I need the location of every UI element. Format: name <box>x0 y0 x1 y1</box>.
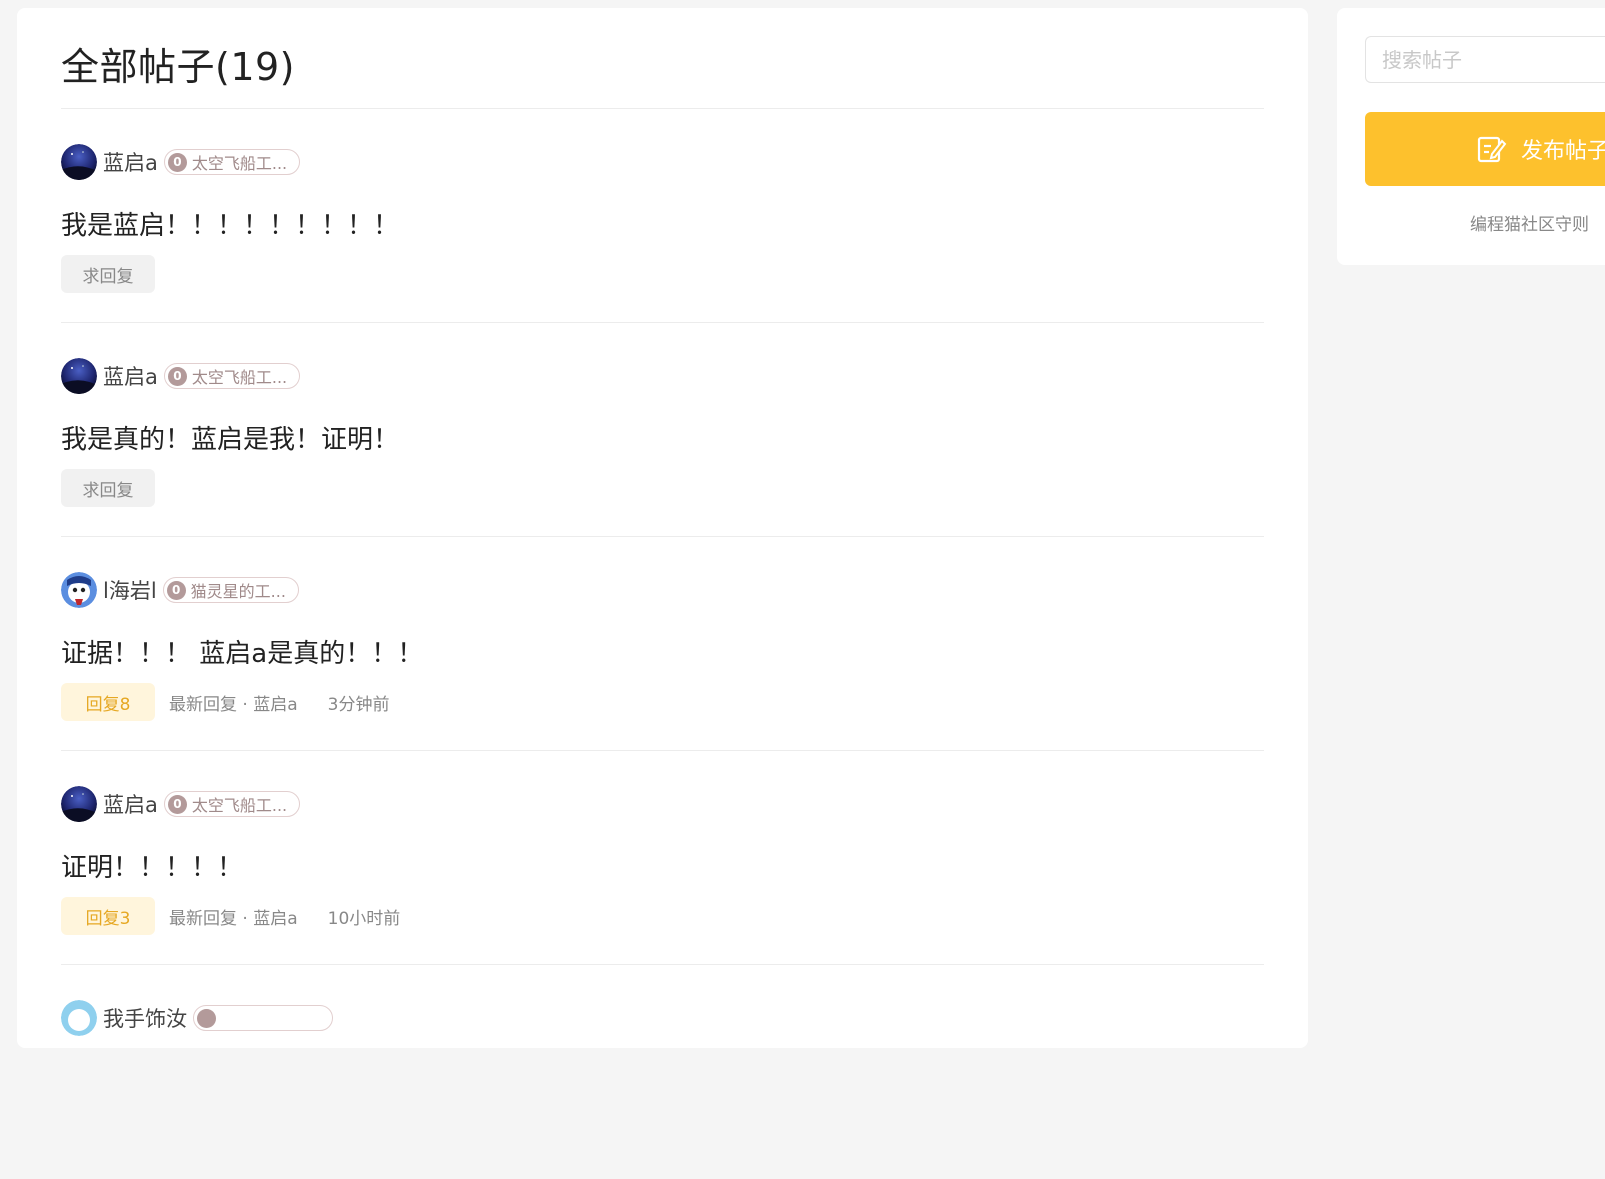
avatar[interactable] <box>61 144 97 180</box>
badge-text: 太空飞船工... <box>191 368 288 387</box>
badge-level <box>197 1008 216 1028</box>
post-item[interactable]: 蓝启a 0 太空飞船工... 证明！！！！！ 回复3 最新回复 · 蓝启a 10… <box>61 751 1264 965</box>
badge-level: 0 <box>167 794 187 814</box>
community-rules-link[interactable]: 编程猫社区守则 <box>1470 210 1589 235</box>
avatar[interactable] <box>61 572 97 608</box>
author-badge: 0 太空飞船工... <box>163 791 301 817</box>
avatar[interactable] <box>61 786 97 822</box>
reply-tag: 求回复 <box>61 255 155 293</box>
post-time: 3分钟前 <box>327 694 390 715</box>
badge-text: 太空飞船工... <box>191 154 288 173</box>
latest-reply: 最新回复 · 蓝启a <box>169 908 298 929</box>
post-time: 10小时前 <box>327 908 401 929</box>
post-item[interactable]: 蓝启a 0 太空飞船工... 我是真的！蓝启是我！证明！ 求回复 <box>61 323 1264 537</box>
badge-level: 0 <box>167 152 187 172</box>
badge-text: 太空飞船工... <box>191 796 288 815</box>
author-name[interactable]: 我手饰汝 <box>103 1003 187 1033</box>
search-input[interactable] <box>1382 47 1605 72</box>
author-badge: 0 太空飞船工... <box>163 149 301 175</box>
author-name[interactable]: l海岩l <box>103 575 157 605</box>
latest-reply: 最新回复 · 蓝启a <box>169 694 298 715</box>
post-content[interactable]: 证明！！！！！ <box>61 847 243 884</box>
publish-label: 发布帖子 <box>1521 139 1605 164</box>
avatar[interactable] <box>61 1000 97 1036</box>
publish-post-button[interactable]: 发布帖子 <box>1365 112 1605 186</box>
post-item[interactable]: 我手饰汝 <box>61 965 1264 1179</box>
page-title: 全部帖子(19) <box>61 45 296 89</box>
edit-icon <box>1477 136 1507 163</box>
badge-level: 0 <box>167 366 187 386</box>
author-name[interactable]: 蓝启a <box>103 147 158 177</box>
author-name[interactable]: 蓝启a <box>103 361 158 391</box>
search-box[interactable] <box>1365 36 1605 83</box>
author-badge: 0 太空飞船工... <box>163 363 301 389</box>
author-badge <box>193 1005 333 1031</box>
avatar[interactable] <box>61 358 97 394</box>
post-content[interactable]: 证据！！！ 蓝启a是真的！！！ <box>61 633 423 670</box>
reply-count-tag: 回复8 <box>61 683 155 721</box>
sidebar-card: 发布帖子 编程猫社区守则 <box>1337 8 1605 265</box>
reply-tag: 求回复 <box>61 469 155 507</box>
post-item[interactable]: 蓝启a 0 太空飞船工... 我是蓝启！！！！！！！！！ 求回复 <box>61 109 1264 323</box>
reply-count-tag: 回复3 <box>61 897 155 935</box>
author-name[interactable]: 蓝启a <box>103 789 158 819</box>
badge-level: 0 <box>166 580 186 600</box>
post-item[interactable]: l海岩l 0 猫灵星的工... 证据！！！ 蓝启a是真的！！！ 回复8 最新回复… <box>61 537 1264 751</box>
author-badge: 0 猫灵星的工... <box>162 577 299 603</box>
post-content[interactable]: 我是蓝启！！！！！！！！！ <box>61 205 399 242</box>
badge-text: 猫灵星的工... <box>190 582 286 601</box>
post-content[interactable]: 我是真的！蓝启是我！证明！ <box>61 419 399 456</box>
post-list-card: 全部帖子(19) 蓝启a 0 太空飞船工... 我是蓝启！！！！！！！！！ 求回… <box>17 8 1308 1048</box>
